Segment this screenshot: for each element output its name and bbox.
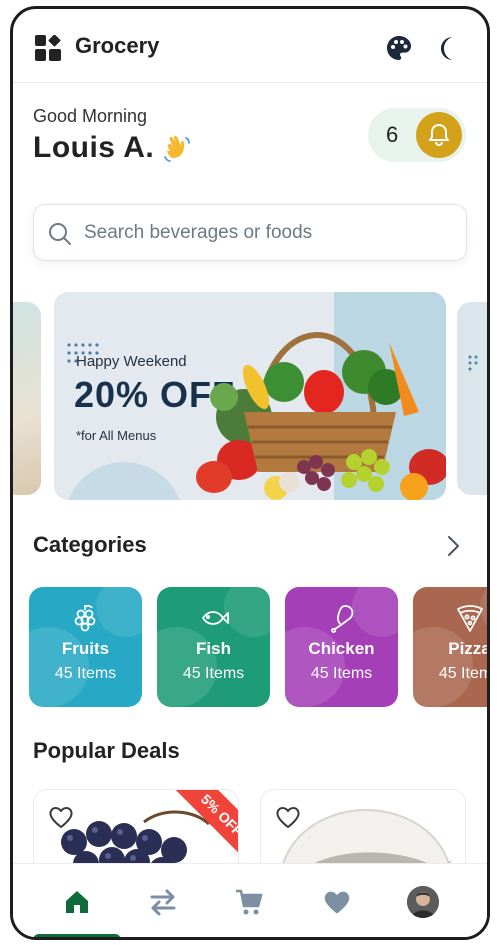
- chicken-leg-icon: [330, 605, 353, 633]
- user-name: Louis A.: [33, 131, 155, 164]
- promo-banner[interactable]: Happy Weekend 20% OFF *for All Menus: [54, 292, 446, 500]
- nav-favorites[interactable]: [319, 884, 355, 920]
- category-name: Fish: [196, 639, 231, 658]
- category-count: 45 Items: [54, 665, 117, 682]
- search-icon: [49, 223, 71, 245]
- categories-title: Categories: [33, 532, 147, 557]
- waving-hand-icon: [164, 135, 190, 162]
- category-count: 45 Items: [438, 665, 487, 682]
- phone-frame: Grocery Good Morning Louis A. 6 Search b…: [10, 6, 490, 940]
- cart-icon: [236, 889, 263, 915]
- bell-icon: [429, 124, 449, 147]
- category-name: Chicken: [308, 639, 375, 658]
- dots-pattern-icon: [468, 355, 478, 371]
- app-title: Grocery: [75, 33, 160, 58]
- search-bar[interactable]: [33, 204, 467, 261]
- nav-profile[interactable]: [405, 884, 441, 920]
- moon-icon[interactable]: [435, 35, 461, 61]
- category-name: Pizza: [448, 639, 490, 658]
- category-card-fish[interactable]: Fish 45 Items: [157, 587, 270, 707]
- banner-note: *for All Menus: [76, 428, 157, 443]
- category-count: 45 Items: [182, 665, 245, 682]
- nav-active-indicator: [33, 934, 121, 937]
- nav-home[interactable]: [59, 884, 95, 920]
- heart-outline-icon[interactable]: [275, 804, 301, 830]
- home-icon: [66, 891, 88, 913]
- fish-icon: [201, 611, 229, 625]
- banner-next[interactable]: [457, 302, 487, 495]
- pizza-icon: [456, 605, 483, 632]
- notification-bell-button[interactable]: [416, 112, 462, 158]
- notification-pill[interactable]: 6: [368, 108, 466, 162]
- popular-deals-title: Popular Deals: [33, 738, 180, 763]
- grapes-icon: [74, 605, 95, 632]
- app-bar: Grocery: [13, 9, 487, 83]
- bottom-nav: [13, 863, 487, 937]
- avatar: [407, 886, 439, 918]
- chevron-right-icon[interactable]: [441, 534, 465, 558]
- vegetable-basket-image: [196, 332, 446, 500]
- category-card-chicken[interactable]: Chicken 45 Items: [285, 587, 398, 707]
- palette-icon[interactable]: [386, 35, 412, 61]
- nav-swap[interactable]: [145, 884, 181, 920]
- nav-cart[interactable]: [231, 884, 267, 920]
- heart-icon: [324, 891, 350, 914]
- category-card-pizza[interactable]: Pizza 45 Items: [413, 587, 490, 707]
- greeting-text: Good Morning: [33, 106, 148, 126]
- category-count: 45 Items: [310, 665, 373, 682]
- user-photo: [407, 886, 439, 918]
- notification-count: 6: [386, 122, 399, 147]
- swap-icon: [150, 889, 176, 916]
- category-name: Fruits: [61, 639, 110, 658]
- grid-logo-icon: [35, 35, 61, 61]
- heart-outline-icon[interactable]: [48, 804, 74, 830]
- category-card-fruits[interactable]: Fruits 45 Items: [29, 587, 142, 707]
- search-input[interactable]: [84, 205, 454, 260]
- banner-previous[interactable]: [13, 302, 41, 495]
